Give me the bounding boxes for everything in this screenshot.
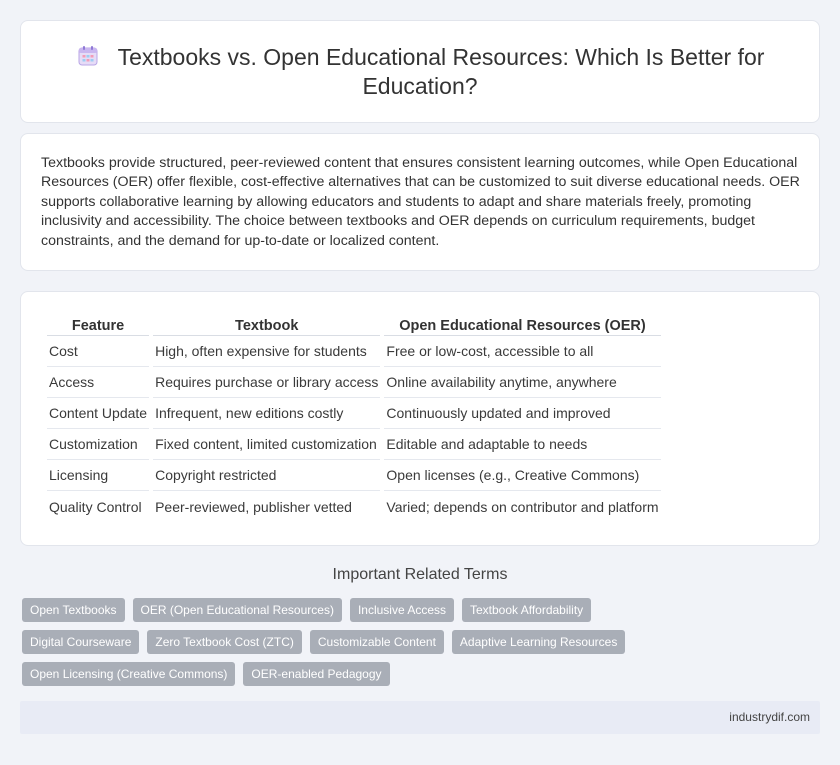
tag-inclusive-access[interactable]: Inclusive Access xyxy=(349,598,454,622)
footer: industrydif.com xyxy=(20,701,820,734)
tag-textbook-affordability[interactable]: Textbook Affordability xyxy=(462,598,592,622)
cell-feature: Cost xyxy=(47,336,150,367)
cell-feature: Quality Control xyxy=(49,498,142,515)
cell-textbook: Copyright restricted xyxy=(153,460,381,491)
cell-textbook: High, often expensive for students xyxy=(153,336,381,367)
calendar-icon xyxy=(78,46,98,66)
table-row: Cost High, often expensive for students … xyxy=(47,336,661,367)
cell-oer: Free or low-cost, accessible to all xyxy=(384,336,661,367)
tag-zero-textbook-cost[interactable]: Zero Textbook Cost (ZTC) xyxy=(147,630,302,654)
cell-feature: Access xyxy=(47,367,150,398)
tag-oer-enabled-pedagogy[interactable]: OER-enabled Pedagogy xyxy=(243,662,390,686)
tag-open-licensing[interactable]: Open Licensing (Creative Commons) xyxy=(22,662,236,686)
cell-textbook: Fixed content, limited customization xyxy=(153,429,381,460)
cell-textbook: Peer-reviewed, publisher vetted xyxy=(155,498,352,515)
footer-site-link[interactable]: industrydif.com xyxy=(729,710,810,724)
related-terms-list: Open Textbooks OER (Open Educational Res… xyxy=(22,598,722,694)
cell-oer: Open licenses (e.g., Creative Commons) xyxy=(384,460,661,491)
header-oer: Open Educational Resources (OER) xyxy=(384,316,661,336)
table-row: Customization Fixed content, limited cus… xyxy=(47,429,661,460)
related-terms-heading: Important Related Terms xyxy=(332,566,508,583)
table-header-row: Feature Textbook Open Educational Resour… xyxy=(47,316,661,336)
intro-paragraph: Textbooks provide structured, peer-revie… xyxy=(41,155,800,249)
tag-customizable-content[interactable]: Customizable Content xyxy=(309,630,444,654)
title-card: Textbooks vs. Open Educational Resources… xyxy=(20,20,820,123)
comparison-card: Feature Textbook Open Educational Resour… xyxy=(20,291,820,546)
header-feature: Feature xyxy=(47,316,150,336)
tag-adaptive-learning-resources[interactable]: Adaptive Learning Resources xyxy=(451,630,626,654)
cell-oer: Varied; depends on contributor and platf… xyxy=(386,498,659,515)
tag-digital-courseware[interactable]: Digital Courseware xyxy=(22,630,140,654)
header-textbook: Textbook xyxy=(153,316,381,336)
cell-oer: Continuously updated and improved xyxy=(384,398,661,429)
table-row: Licensing Copyright restricted Open lice… xyxy=(47,460,661,491)
table-row: Access Requires purchase or library acce… xyxy=(47,367,661,398)
tag-open-textbooks[interactable]: Open Textbooks xyxy=(22,598,125,622)
page-title: Textbooks vs. Open Educational Resources… xyxy=(61,43,779,101)
cell-oer: Online availability anytime, anywhere xyxy=(384,367,661,398)
table-row: Quality Control Peer-reviewed, publisher… xyxy=(47,491,661,522)
page-title-text: Textbooks vs. Open Educational Resources… xyxy=(117,44,765,99)
intro-card: Textbooks provide structured, peer-revie… xyxy=(20,133,820,271)
cell-feature: Content Update xyxy=(47,398,150,429)
comparison-table: Feature Textbook Open Educational Resour… xyxy=(43,316,665,522)
cell-textbook: Infrequent, new editions costly xyxy=(153,398,381,429)
table-row: Content Update Infrequent, new editions … xyxy=(47,398,661,429)
cell-feature: Licensing xyxy=(47,460,150,491)
tag-oer[interactable]: OER (Open Educational Resources) xyxy=(132,598,342,622)
cell-feature: Customization xyxy=(47,429,150,460)
cell-textbook: Requires purchase or library access xyxy=(153,367,381,398)
cell-oer: Editable and adaptable to needs xyxy=(384,429,661,460)
